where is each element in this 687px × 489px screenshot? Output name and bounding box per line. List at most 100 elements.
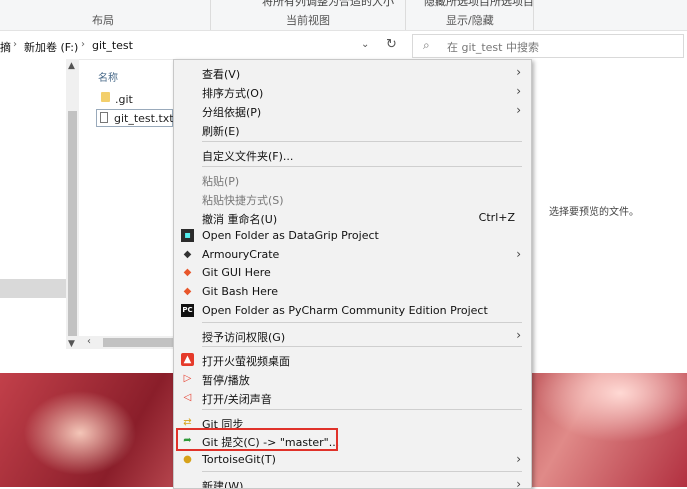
- menu-item-tortoisegit[interactable]: ● TortoiseGit(T) ›: [174, 450, 531, 469]
- ribbon-selected-items-label[interactable]: 所选项目: [490, 0, 534, 9]
- ribbon-group-current-view: 当前视图: [286, 14, 330, 27]
- menu-item-group-by[interactable]: 分组依据(P) ›: [174, 101, 531, 120]
- refresh-icon[interactable]: ↻: [386, 37, 397, 52]
- search-input[interactable]: ⌕ 在 git_test 中搜索: [412, 34, 684, 58]
- search-placeholder: 在 git_test 中搜索: [447, 41, 539, 54]
- menu-divider: [202, 322, 522, 323]
- menu-item-label: 粘贴快捷方式(S): [202, 194, 284, 207]
- chevron-right-icon: ›: [516, 84, 521, 98]
- menu-divider: [202, 409, 522, 410]
- menu-item-label: 自定义文件夹(F)...: [202, 150, 294, 163]
- menu-item-label: Open Folder as DataGrip Project: [202, 229, 379, 242]
- chevron-right-icon: ›: [516, 477, 521, 489]
- menu-item-label: Open Folder as PyCharm Community Edition…: [202, 304, 488, 317]
- menu-item-label: 查看(V): [202, 68, 241, 81]
- preview-empty-text: 选择要预览的文件。: [549, 207, 639, 218]
- menu-item-pause-play[interactable]: ▷ 暂停/播放: [174, 369, 531, 388]
- ribbon: 将所有列调整为合适的大小 隐藏所选项目 所选项目 布局 当前视图 显示/隐藏: [0, 0, 687, 31]
- menu-item-refresh[interactable]: 刷新(E): [174, 120, 531, 139]
- chevron-right-icon: ›: [516, 65, 521, 79]
- ribbon-size-columns-label[interactable]: 将所有列调整为合适的大小: [262, 0, 394, 9]
- text-file-icon: [100, 112, 108, 123]
- ribbon-group-show-hide: 显示/隐藏: [446, 14, 494, 27]
- menu-shortcut: Ctrl+Z: [478, 211, 515, 224]
- menu-item-label: 暂停/播放: [202, 374, 250, 387]
- git-icon: ◆: [183, 267, 192, 278]
- menu-divider: [202, 166, 522, 167]
- menu-item-open-video-desktop[interactable]: ▲ 打开火萤视频桌面: [174, 350, 531, 369]
- menu-item-label: 打开/关闭声音: [202, 393, 272, 406]
- menu-divider: [202, 346, 522, 347]
- chevron-right-icon: ›: [516, 328, 521, 342]
- ribbon-divider: [210, 0, 211, 30]
- menu-item-label: 分组依据(P): [202, 106, 262, 119]
- file-name: git_test.txt: [114, 112, 174, 125]
- nav-selected-item[interactable]: [0, 279, 66, 298]
- file-name: .git: [115, 93, 133, 106]
- tortoisegit-icon: ●: [183, 454, 192, 465]
- scroll-left-icon[interactable]: ‹: [87, 336, 91, 347]
- horizontal-scrollbar[interactable]: ‹: [79, 336, 173, 349]
- menu-item-label: ArmouryCrate: [202, 248, 280, 261]
- menu-divider: [202, 141, 522, 142]
- menu-item-label: 刷新(E): [202, 125, 240, 138]
- vertical-scrollbar[interactable]: ▲ ▼: [66, 59, 79, 349]
- git-icon: ◆: [183, 286, 192, 297]
- menu-item-paste[interactable]: 粘贴(P): [174, 170, 531, 189]
- menu-item-git-gui[interactable]: ◆ Git GUI Here: [174, 263, 531, 282]
- menu-item-label: TortoiseGit(T): [202, 453, 276, 466]
- menu-divider: [202, 471, 522, 472]
- scrollbar-thumb[interactable]: [68, 111, 77, 336]
- folder-icon: [101, 92, 110, 102]
- breadcrumb-folder[interactable]: git_test: [92, 39, 133, 52]
- menu-item-toggle-sound[interactable]: ◁ 打开/关闭声音: [174, 388, 531, 407]
- ribbon-divider: [533, 0, 534, 30]
- datagrip-icon: ▪: [181, 229, 194, 242]
- address-bar: 摘 › 新加卷 (F:) › git_test ⌄ ↻ ⌕ 在 git_test…: [0, 31, 687, 60]
- menu-item-label: Git Bash Here: [202, 285, 278, 298]
- ribbon-hide-selected-label[interactable]: 隐藏所选项目: [424, 0, 490, 9]
- menu-item-grant-access[interactable]: 授予访问权限(G) ›: [174, 326, 531, 345]
- chevron-down-icon[interactable]: ⌄: [361, 39, 369, 50]
- scroll-up-icon[interactable]: ▲: [68, 61, 75, 71]
- chevron-right-icon: ›: [516, 247, 521, 261]
- scroll-down-icon[interactable]: ▼: [68, 339, 75, 349]
- speaker-icon: ◁: [183, 392, 192, 403]
- menu-item-label: 排序方式(O): [202, 87, 264, 100]
- menu-item-pycharm[interactable]: PC Open Folder as PyCharm Community Edit…: [174, 301, 531, 320]
- navigation-pane[interactable]: [0, 59, 66, 349]
- menu-item-sort-by[interactable]: 排序方式(O) ›: [174, 82, 531, 101]
- menu-item-view[interactable]: 查看(V) ›: [174, 63, 531, 82]
- chevron-right-icon: ›: [516, 103, 521, 117]
- menu-item-datagrip[interactable]: ▪ Open Folder as DataGrip Project: [174, 226, 531, 245]
- ribbon-divider: [405, 0, 406, 30]
- ribbon-group-layout: 布局: [92, 14, 114, 27]
- menu-item-customize-folder[interactable]: 自定义文件夹(F)...: [174, 145, 531, 164]
- preview-pane: 选择要预览的文件。: [530, 59, 687, 349]
- chevron-right-icon: ›: [516, 452, 521, 466]
- chevron-right-icon[interactable]: ›: [81, 39, 85, 50]
- menu-item-git-bash[interactable]: ◆ Git Bash Here: [174, 282, 531, 301]
- file-row[interactable]: git_test.txt: [96, 109, 174, 127]
- menu-item-label: 打开火萤视频桌面: [202, 355, 290, 368]
- menu-item-undo-rename[interactable]: 撤消 重命名(U) Ctrl+Z: [174, 208, 531, 227]
- search-icon: ⌕: [423, 38, 430, 52]
- scrollbar-thumb[interactable]: [103, 338, 173, 347]
- menu-item-paste-shortcut[interactable]: 粘贴快捷方式(S): [174, 189, 531, 208]
- menu-item-label: 授予访问权限(G): [202, 331, 286, 344]
- pycharm-icon: PC: [181, 304, 194, 317]
- context-menu: 查看(V) › 排序方式(O) › 分组依据(P) › 刷新(E) 自定义文件夹…: [173, 59, 532, 489]
- armourycrate-icon: ◆: [183, 249, 192, 260]
- highlight-annotation: [176, 428, 338, 451]
- play-icon: ▷: [183, 373, 192, 384]
- breadcrumb-drive[interactable]: 新加卷 (F:): [24, 39, 78, 55]
- column-header-name[interactable]: 名称: [98, 69, 118, 84]
- breadcrumb-desktop[interactable]: 摘: [0, 39, 11, 55]
- fire-icon: ▲: [181, 353, 194, 366]
- menu-item-label: 新建(W): [202, 480, 244, 489]
- chevron-right-icon[interactable]: ›: [13, 39, 17, 50]
- menu-item-label: Git GUI Here: [202, 266, 271, 279]
- file-row[interactable]: .git: [98, 90, 173, 108]
- menu-item-armourycrate[interactable]: ◆ ArmouryCrate ›: [174, 245, 531, 264]
- menu-item-label: 粘贴(P): [202, 175, 240, 188]
